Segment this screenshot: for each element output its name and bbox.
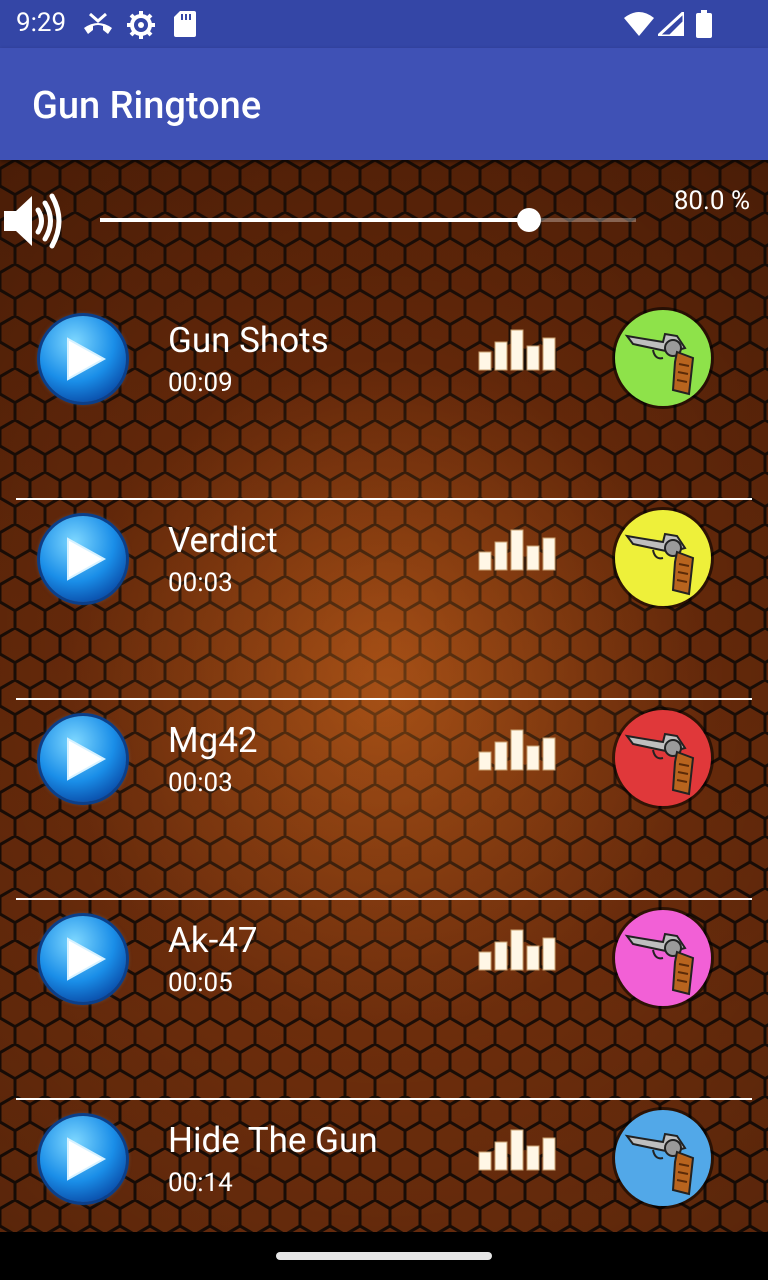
set-ringtone-button[interactable] [615,710,711,806]
set-ringtone-button[interactable] [615,1110,711,1206]
equalizer-icon [478,328,556,376]
status-time: 9:29 [16,8,67,38]
set-ringtone-button[interactable] [615,510,711,606]
list-item[interactable]: Gun Shots 00:09 [0,300,768,500]
signal-icon [654,8,686,40]
volume-percent: 80.0 % [673,186,750,216]
ringtone-duration: 00:09 [168,368,233,398]
play-button[interactable] [40,516,126,602]
ringtone-duration: 00:03 [168,568,233,598]
set-ringtone-button[interactable] [615,910,711,1006]
app-title: Gun Ringtone [32,84,262,128]
ringtone-name: Gun Shots [168,320,329,361]
list-item[interactable]: Ak-47 00:05 [0,900,768,1100]
play-button[interactable] [40,916,126,1002]
equalizer-icon [478,528,556,576]
status-bar: 9:29 [0,0,768,48]
volume-icon[interactable] [2,190,62,256]
equalizer-icon [478,928,556,976]
play-button[interactable] [40,1116,126,1202]
ringtone-list: Gun Shots 00:09 Verdict 00:03 Mg42 00:03 Ak-47… [0,300,768,1232]
settings-icon [126,10,156,44]
missed-call-icon [82,12,114,40]
play-button[interactable] [40,316,126,402]
battery-icon [696,10,712,42]
navigation-bar [0,1232,768,1280]
ringtone-name: Hide The Gun [168,1120,378,1161]
wifi-icon [624,12,654,40]
ringtone-name: Verdict [168,520,278,561]
equalizer-icon [478,728,556,776]
list-item[interactable]: Hide The Gun 00:14 [0,1100,768,1232]
ringtone-duration: 00:05 [168,968,233,998]
home-gesture-handle[interactable] [276,1252,492,1260]
list-item[interactable]: Mg42 00:03 [0,700,768,900]
volume-slider-thumb[interactable] [516,208,541,232]
play-button[interactable] [40,716,126,802]
volume-slider-fill [100,218,529,222]
list-item[interactable]: Verdict 00:03 [0,500,768,700]
ringtone-duration: 00:14 [168,1168,233,1198]
equalizer-icon [478,1128,556,1176]
volume-slider[interactable] [100,204,636,236]
ringtone-list-screen: 80.0 % Gun Shots 00:09 Verdict 00:03 Mg42 00:… [0,160,768,1232]
ringtone-duration: 00:03 [168,768,233,798]
set-ringtone-button[interactable] [615,310,711,406]
app-bar: Gun Ringtone [0,48,768,160]
sd-card-icon [174,11,196,41]
ringtone-name: Mg42 [168,720,258,761]
ringtone-name: Ak-47 [168,920,258,961]
